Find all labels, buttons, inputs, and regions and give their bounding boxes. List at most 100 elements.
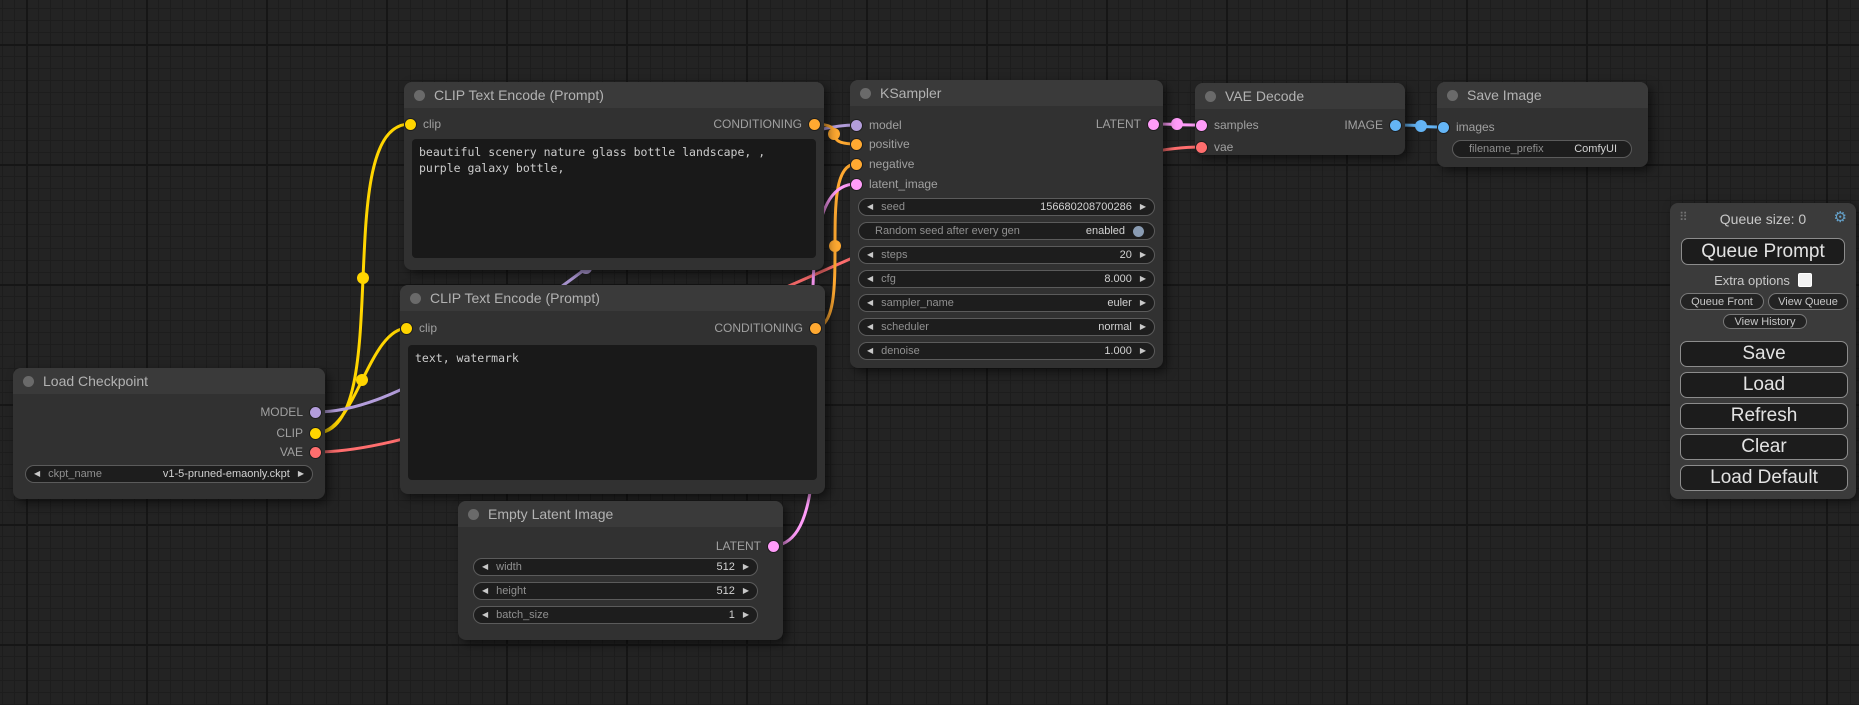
slot-dot-conditioning[interactable] bbox=[810, 323, 821, 334]
save-button[interactable]: Save bbox=[1680, 341, 1848, 367]
output-slot-image[interactable]: IMAGE bbox=[1195, 117, 1405, 133]
input-slot-vae[interactable]: vae bbox=[1195, 139, 1405, 155]
node-titlebar[interactable]: Load Checkpoint bbox=[13, 368, 325, 394]
widget-ckpt-name[interactable]: ◀ ckpt_name v1-5-pruned-emaonly.ckpt ▶ bbox=[25, 465, 313, 483]
widget-batch-size[interactable]: ◀ batch_size 1 ▶ bbox=[473, 606, 758, 624]
wire-midpoint-dot[interactable] bbox=[829, 240, 841, 252]
wire-midpoint-dot[interactable] bbox=[828, 128, 840, 140]
increment-arrow-icon[interactable]: ▶ bbox=[1140, 347, 1146, 355]
collapse-dot-icon[interactable] bbox=[468, 509, 479, 520]
input-slot-images[interactable]: images bbox=[1437, 119, 1648, 135]
refresh-button[interactable]: Refresh bbox=[1680, 403, 1848, 429]
slot-dot-image[interactable] bbox=[1438, 122, 1449, 133]
slot-dot-conditioning[interactable] bbox=[809, 119, 820, 130]
collapse-dot-icon[interactable] bbox=[414, 90, 425, 101]
node-empty-latent-image[interactable]: Empty Latent Image LATENT ◀ width 512 ▶ … bbox=[458, 501, 783, 640]
decrement-arrow-icon[interactable]: ◀ bbox=[482, 563, 488, 571]
prompt-textarea[interactable]: beautiful scenery nature glass bottle la… bbox=[412, 139, 816, 258]
increment-arrow-icon[interactable]: ▶ bbox=[1140, 251, 1146, 259]
increment-arrow-icon[interactable]: ▶ bbox=[1140, 323, 1146, 331]
queue-prompt-button[interactable]: Queue Prompt bbox=[1681, 238, 1845, 265]
node-titlebar[interactable]: Empty Latent Image bbox=[458, 501, 783, 527]
decrement-arrow-icon[interactable]: ◀ bbox=[34, 470, 40, 478]
output-slot-model[interactable]: MODEL bbox=[13, 404, 325, 420]
wire-midpoint-dot[interactable] bbox=[356, 374, 368, 386]
wire-midpoint-dot[interactable] bbox=[1415, 120, 1427, 132]
slot-dot-latent[interactable] bbox=[1148, 119, 1159, 130]
decrement-arrow-icon[interactable]: ◀ bbox=[867, 275, 873, 283]
decrement-arrow-icon[interactable]: ◀ bbox=[867, 299, 873, 307]
widget-steps[interactable]: ◀ steps 20 ▶ bbox=[858, 246, 1155, 264]
increment-arrow-icon[interactable]: ▶ bbox=[1140, 275, 1146, 283]
node-graph-canvas[interactable]: Load Checkpoint MODEL CLIP VAE ◀ ckpt_na… bbox=[0, 0, 1859, 705]
view-history-button[interactable]: View History bbox=[1723, 314, 1807, 329]
prompt-textarea[interactable]: text, watermark bbox=[408, 345, 817, 480]
increment-arrow-icon[interactable]: ▶ bbox=[743, 563, 749, 571]
node-titlebar[interactable]: VAE Decode bbox=[1195, 83, 1405, 109]
node-load-checkpoint[interactable]: Load Checkpoint MODEL CLIP VAE ◀ ckpt_na… bbox=[13, 368, 325, 499]
slot-dot-vae[interactable] bbox=[310, 447, 321, 458]
decrement-arrow-icon[interactable]: ◀ bbox=[867, 347, 873, 355]
node-titlebar[interactable]: Save Image bbox=[1437, 82, 1648, 108]
input-slot-negative[interactable]: negative bbox=[850, 156, 1163, 172]
node-titlebar[interactable]: CLIP Text Encode (Prompt) bbox=[404, 82, 824, 108]
load-default-button[interactable]: Load Default bbox=[1680, 465, 1848, 491]
collapse-dot-icon[interactable] bbox=[23, 376, 34, 387]
decrement-arrow-icon[interactable]: ◀ bbox=[867, 323, 873, 331]
output-slot-conditioning[interactable]: CONDITIONING bbox=[400, 320, 825, 336]
slot-dot-model[interactable] bbox=[310, 407, 321, 418]
view-queue-button[interactable]: View Queue bbox=[1768, 293, 1848, 310]
slot-dot-latent[interactable] bbox=[768, 541, 779, 552]
queue-front-button[interactable]: Queue Front bbox=[1680, 293, 1764, 310]
slot-dot-image[interactable] bbox=[1390, 120, 1401, 131]
node-titlebar[interactable]: CLIP Text Encode (Prompt) bbox=[400, 285, 825, 311]
node-titlebar[interactable]: KSampler bbox=[850, 80, 1163, 106]
collapse-dot-icon[interactable] bbox=[410, 293, 421, 304]
node-ksampler[interactable]: KSampler model positive negative latent_… bbox=[850, 80, 1163, 368]
increment-arrow-icon[interactable]: ▶ bbox=[743, 587, 749, 595]
clear-button[interactable]: Clear bbox=[1680, 434, 1848, 460]
decrement-arrow-icon[interactable]: ◀ bbox=[482, 611, 488, 619]
collapse-dot-icon[interactable] bbox=[1205, 91, 1216, 102]
decrement-arrow-icon[interactable]: ◀ bbox=[482, 587, 488, 595]
widget-random-seed-toggle[interactable]: Random seed after every gen enabled bbox=[858, 222, 1155, 240]
wire-midpoint-dot[interactable] bbox=[357, 272, 369, 284]
slot-dot-vae[interactable] bbox=[1196, 142, 1207, 153]
input-slot-positive[interactable]: positive bbox=[850, 136, 1163, 152]
decrement-arrow-icon[interactable]: ◀ bbox=[867, 251, 873, 259]
widget-sampler-name[interactable]: ◀ sampler_name euler ▶ bbox=[858, 294, 1155, 312]
output-slot-vae[interactable]: VAE bbox=[13, 444, 325, 460]
collapse-dot-icon[interactable] bbox=[860, 88, 871, 99]
output-slot-conditioning[interactable]: CONDITIONING bbox=[404, 116, 824, 132]
extra-options-checkbox[interactable] bbox=[1798, 273, 1812, 287]
output-slot-latent[interactable]: LATENT bbox=[458, 538, 783, 554]
widget-scheduler[interactable]: ◀ scheduler normal ▶ bbox=[858, 318, 1155, 336]
wire-midpoint-dot[interactable] bbox=[1171, 118, 1183, 130]
widget-denoise[interactable]: ◀ denoise 1.000 ▶ bbox=[858, 342, 1155, 360]
slot-dot-latent[interactable] bbox=[851, 179, 862, 190]
main-menu-panel[interactable]: ⠿ Queue size: 0 ⚙ Queue Prompt Extra opt… bbox=[1670, 203, 1856, 499]
widget-width[interactable]: ◀ width 512 ▶ bbox=[473, 558, 758, 576]
collapse-dot-icon[interactable] bbox=[1447, 90, 1458, 101]
widget-filename-prefix[interactable]: filename_prefix ComfyUI bbox=[1452, 140, 1632, 158]
load-button[interactable]: Load bbox=[1680, 372, 1848, 398]
output-slot-clip[interactable]: CLIP bbox=[13, 425, 325, 441]
node-clip-text-encode-positive[interactable]: CLIP Text Encode (Prompt) clip CONDITION… bbox=[404, 82, 824, 270]
increment-arrow-icon[interactable]: ▶ bbox=[298, 470, 304, 478]
node-save-image[interactable]: Save Image images filename_prefix ComfyU… bbox=[1437, 82, 1648, 167]
node-vae-decode[interactable]: VAE Decode samples vae IMAGE bbox=[1195, 83, 1405, 155]
node-clip-text-encode-negative[interactable]: CLIP Text Encode (Prompt) clip CONDITION… bbox=[400, 285, 825, 494]
slot-dot-conditioning[interactable] bbox=[851, 159, 862, 170]
widget-height[interactable]: ◀ height 512 ▶ bbox=[473, 582, 758, 600]
input-slot-latent-image[interactable]: latent_image bbox=[850, 176, 1163, 192]
settings-gear-icon[interactable]: ⚙ bbox=[1834, 208, 1847, 226]
slot-dot-conditioning[interactable] bbox=[851, 139, 862, 150]
decrement-arrow-icon[interactable]: ◀ bbox=[867, 203, 873, 211]
output-slot-latent[interactable]: LATENT bbox=[850, 116, 1163, 132]
toggle-enabled-dot[interactable] bbox=[1133, 226, 1144, 237]
increment-arrow-icon[interactable]: ▶ bbox=[743, 611, 749, 619]
slot-dot-clip[interactable] bbox=[310, 428, 321, 439]
widget-seed[interactable]: ◀ seed 156680208700286 ▶ bbox=[858, 198, 1155, 216]
increment-arrow-icon[interactable]: ▶ bbox=[1140, 203, 1146, 211]
increment-arrow-icon[interactable]: ▶ bbox=[1140, 299, 1146, 307]
